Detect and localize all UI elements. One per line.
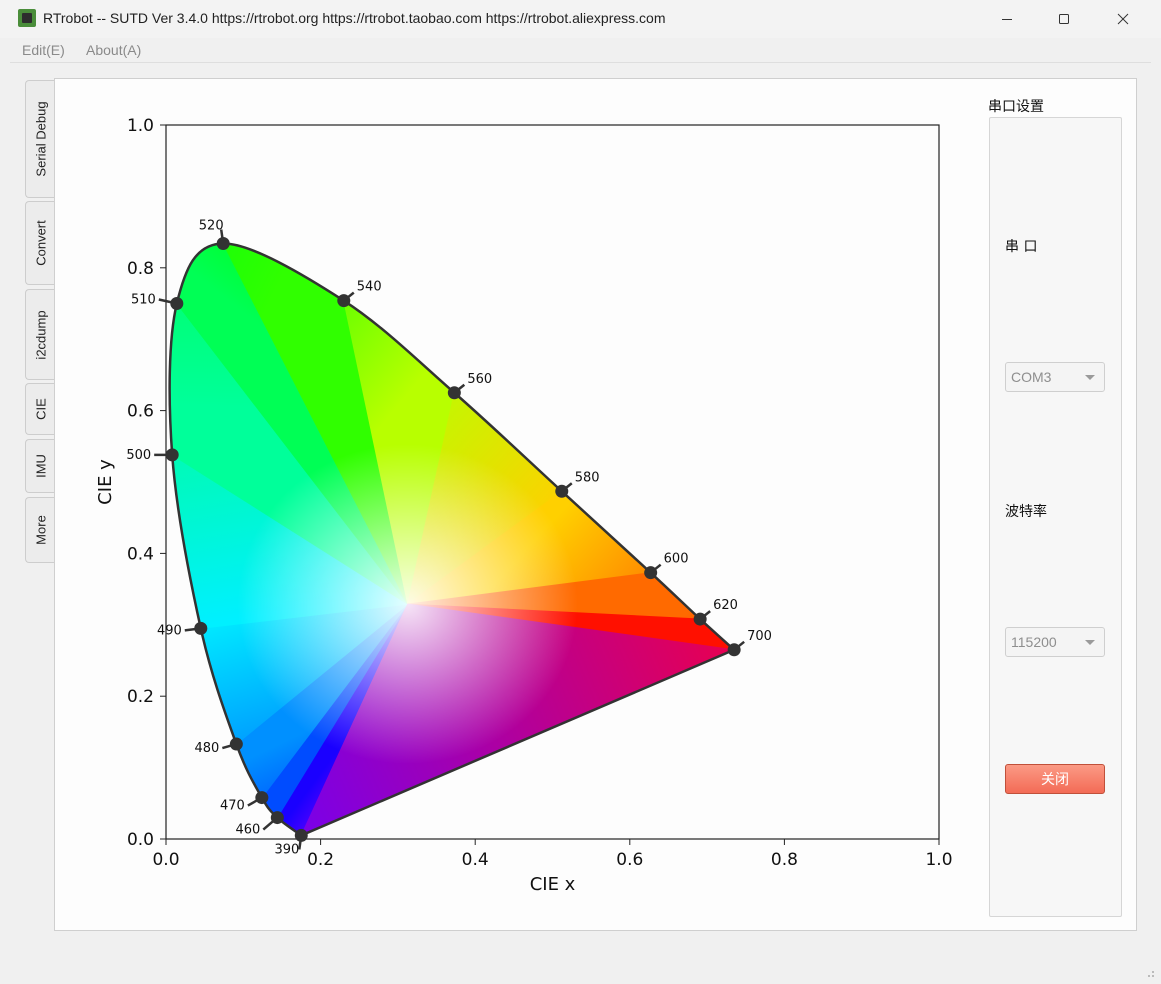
tab-cie[interactable]: CIE — [25, 383, 55, 435]
chevron-down-icon — [1085, 640, 1095, 645]
maximize-icon — [1059, 14, 1069, 24]
x-tick-label: 0.2 — [307, 850, 334, 870]
wavelength-point — [194, 621, 208, 635]
port-select[interactable]: COM3 — [1005, 362, 1105, 392]
maximize-button[interactable] — [1035, 0, 1093, 38]
close-port-button[interactable]: 关闭 — [1005, 764, 1105, 794]
minimize-icon — [1002, 19, 1012, 20]
wavelength-point — [216, 237, 230, 251]
y-axis-label: CIE y — [95, 459, 116, 505]
tab-i2cdump[interactable]: i2cdump — [25, 289, 55, 380]
port-value: COM3 — [1011, 369, 1052, 385]
wavelength-point — [555, 484, 569, 498]
wavelength-label: 510 — [131, 293, 156, 308]
wavelength-label: 560 — [467, 372, 492, 387]
title-bar: RTrobot -- SUTD Ver 3.4.0 https://rtrobo… — [0, 0, 1161, 38]
menu-edit[interactable]: Edit(E) — [22, 42, 65, 58]
y-tick-label: 0.8 — [127, 259, 154, 279]
window-title: RTrobot -- SUTD Ver 3.4.0 https://rtrobo… — [43, 10, 666, 26]
tab-label: Serial Debug — [33, 101, 48, 177]
wavelength-point — [447, 386, 461, 400]
menu-about[interactable]: About(A) — [86, 42, 141, 58]
tab-serial-debug[interactable]: Serial Debug — [25, 80, 55, 198]
baud-select[interactable]: 115200 — [1005, 627, 1105, 657]
x-tick-label: 0.8 — [771, 850, 798, 870]
wavelength-label: 480 — [195, 741, 220, 756]
y-tick-label: 0.6 — [127, 402, 154, 422]
x-axis-label: CIE x — [530, 874, 576, 895]
serial-settings-title: 串口设置 — [988, 99, 1044, 115]
y-tick-label: 1.0 — [127, 116, 154, 136]
tab-label: IMU — [33, 454, 48, 478]
wavelength-label: 600 — [664, 552, 689, 567]
gamut-fill — [169, 243, 735, 836]
menu-bar: Edit(E) About(A) — [10, 38, 1151, 62]
white-point-glow — [237, 444, 578, 765]
tab-label: CIE — [33, 398, 48, 420]
wavelength-point — [170, 297, 184, 310]
x-tick-label: 0.6 — [616, 850, 643, 870]
wavelength-point — [337, 294, 351, 308]
close-icon — [1117, 13, 1129, 25]
wavelength-point — [644, 566, 658, 580]
minimize-button[interactable] — [978, 0, 1036, 38]
resize-grip-icon[interactable] — [1145, 968, 1155, 978]
tab-label: More — [33, 515, 48, 545]
close-window-button[interactable] — [1094, 0, 1152, 38]
wavelength-label: 540 — [357, 280, 382, 295]
wavelength-label: 490 — [157, 623, 182, 638]
wavelength-label: 390 — [274, 842, 299, 857]
wavelength-point — [255, 791, 269, 805]
tab-more[interactable]: More — [25, 497, 55, 563]
baud-label: 波特率 — [1005, 504, 1047, 520]
x-tick-label: 1.0 — [925, 850, 952, 870]
wavelength-label: 580 — [575, 470, 600, 485]
baud-value: 115200 — [1011, 634, 1057, 650]
tab-label: i2cdump — [33, 309, 48, 360]
x-tick-label: 0.0 — [152, 850, 179, 870]
y-tick-label: 0.4 — [127, 544, 154, 564]
wavelength-point — [294, 828, 308, 842]
y-tick-label: 0.2 — [127, 687, 154, 707]
wavelength-label: 520 — [199, 219, 224, 234]
tab-imu[interactable]: IMU — [25, 439, 55, 493]
wavelength-point — [165, 448, 179, 462]
wavelength-point — [270, 811, 284, 825]
wavelength-point — [693, 612, 707, 626]
wavelength-label: 460 — [235, 823, 260, 838]
wavelength-point — [727, 643, 741, 657]
chevron-down-icon — [1085, 375, 1095, 380]
wavelength-label: 500 — [126, 448, 151, 463]
y-tick-label: 0.0 — [127, 830, 154, 850]
wavelength-label: 700 — [747, 629, 772, 644]
menu-divider — [10, 62, 1151, 63]
app-icon — [18, 9, 36, 27]
port-label: 串 口 — [1005, 239, 1038, 255]
wavelength-point — [229, 737, 243, 751]
wavelength-label: 620 — [713, 598, 738, 613]
tab-convert[interactable]: Convert — [25, 201, 55, 285]
wavelength-label: 470 — [220, 799, 245, 814]
tab-label: Convert — [33, 220, 48, 266]
x-tick-label: 0.4 — [462, 850, 489, 870]
cie-chart: 0.0 0.2 0.4 0.6 0.8 1.0 0.0 0.2 0.4 0.6 0.8 1.0 390… — [95, 116, 953, 895]
